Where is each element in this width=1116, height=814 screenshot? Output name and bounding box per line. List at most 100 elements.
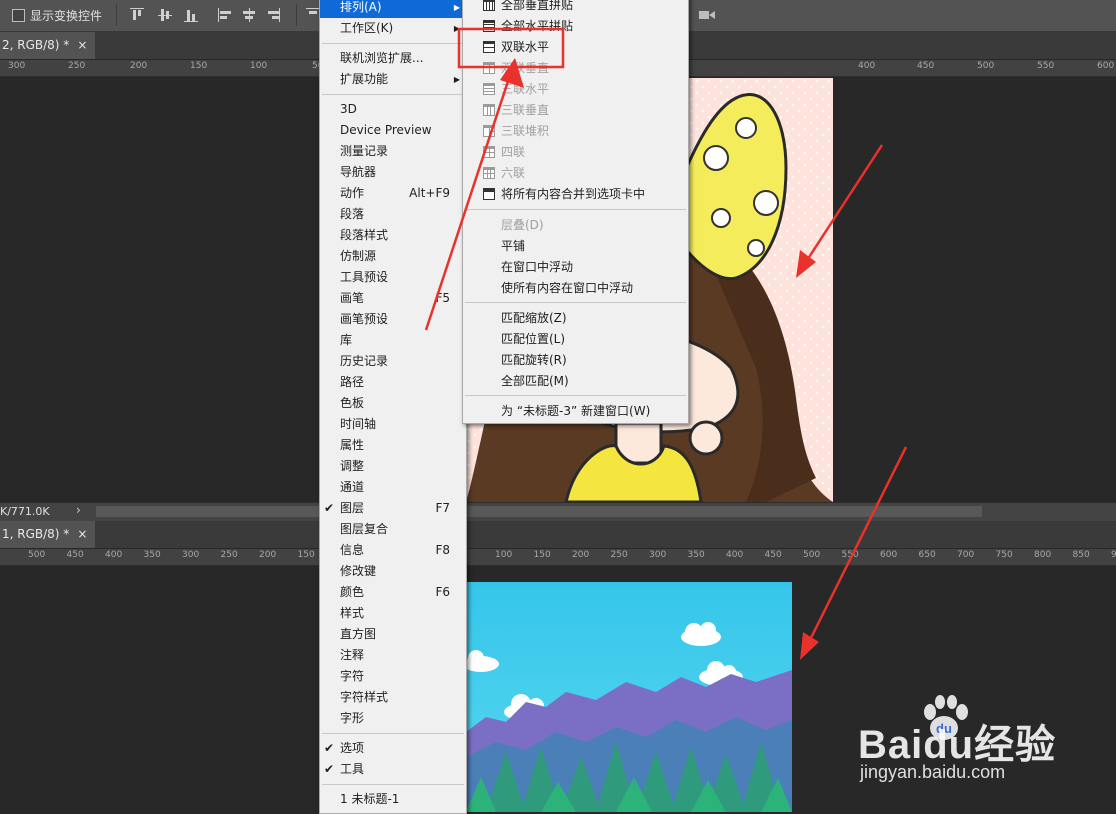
window-menu-item[interactable]: 库 bbox=[320, 330, 466, 351]
window-menu-item[interactable]: 段落样式 bbox=[320, 225, 466, 246]
show-transform-checkbox[interactable] bbox=[12, 9, 25, 22]
menu-item-label: 排列(A) bbox=[340, 0, 382, 14]
window-menu-item[interactable]: 1 未标题-1 bbox=[320, 789, 466, 810]
align-hcenter-icon[interactable] bbox=[242, 8, 256, 22]
menu-item-label: 历史记录 bbox=[340, 354, 389, 368]
ruler-label: 200 bbox=[259, 550, 277, 560]
menu-item-label: 全部匹配(M) bbox=[501, 374, 569, 388]
window-menu-item[interactable]: 信息 F8 bbox=[320, 540, 466, 561]
ruler-label: 600 bbox=[880, 550, 898, 560]
window-menu-item[interactable]: 动作 Alt+F9 bbox=[320, 183, 466, 204]
status-bar: K/771.0K › bbox=[0, 502, 1116, 521]
menu-item-label: 直方图 bbox=[340, 627, 377, 641]
ruler-label: 550 bbox=[1037, 61, 1055, 71]
window-menu-item[interactable]: ✔ 工具 bbox=[320, 759, 466, 780]
window-menu-item[interactable]: 画笔预设 bbox=[320, 309, 466, 330]
window-menu-item[interactable]: 调整 bbox=[320, 456, 466, 477]
menu-item-label: 工作区(K) bbox=[340, 21, 394, 35]
window-menu-item[interactable]: 时间轴 bbox=[320, 414, 466, 435]
window-menu-item[interactable]: 路径 bbox=[320, 372, 466, 393]
close-icon[interactable]: × bbox=[77, 527, 87, 541]
window-menu-item[interactable]: 测量记录 bbox=[320, 141, 466, 162]
window-menu-item[interactable]: 颜色 F6 bbox=[320, 582, 466, 603]
ruler-label: 250 bbox=[220, 550, 238, 560]
menu-item-shortcut: F8 bbox=[435, 543, 450, 557]
tile-vertical-icon bbox=[483, 0, 495, 11]
align-left-icon[interactable] bbox=[218, 8, 232, 22]
align-vcenter-icon[interactable] bbox=[158, 8, 172, 22]
window-menu-item[interactable]: 联机浏览扩展... bbox=[320, 48, 466, 69]
close-icon[interactable]: × bbox=[77, 38, 87, 52]
two-up-horizontal-icon bbox=[483, 41, 495, 53]
arrange-menu-item[interactable]: 匹配缩放(Z) bbox=[463, 308, 688, 329]
window-menu-item[interactable]: 字符 bbox=[320, 666, 466, 687]
arrange-menu-item[interactable]: 全部匹配(M) bbox=[463, 371, 688, 392]
window-menu-item[interactable]: 工作区(K) ▶ bbox=[320, 18, 466, 39]
menu-item-label: 三联垂直 bbox=[501, 103, 550, 117]
three-up-stacked-icon bbox=[483, 125, 495, 137]
ruler-label: 400 bbox=[858, 61, 876, 71]
window-menu-item[interactable]: 字形 bbox=[320, 708, 466, 729]
window-menu-item[interactable]: 画笔 F5 bbox=[320, 288, 466, 309]
ruler-label: 850 bbox=[1072, 550, 1090, 560]
window-menu-item[interactable]: 修改键 bbox=[320, 561, 466, 582]
arrange-menu-item[interactable]: 匹配旋转(R) bbox=[463, 350, 688, 371]
arrange-menu-item[interactable]: 使所有内容在窗口中浮动 bbox=[463, 278, 688, 299]
horizontal-ruler: 5004504003503002502001501005010015020025… bbox=[0, 549, 1116, 566]
menu-item-label: 调整 bbox=[340, 459, 365, 473]
menu-item-label: 色板 bbox=[340, 396, 365, 410]
menu-separator bbox=[465, 395, 686, 396]
window-menu-item[interactable]: 排列(A) ▶ bbox=[320, 0, 466, 18]
menu-item-label: 工具 bbox=[340, 762, 365, 776]
window-menu-item[interactable]: 直方图 bbox=[320, 624, 466, 645]
window-menu-item[interactable]: ✔ 图层 F7 bbox=[320, 498, 466, 519]
status-arrow-icon[interactable]: › bbox=[76, 503, 81, 517]
window-menu-item[interactable]: 通道 bbox=[320, 477, 466, 498]
two-up-vertical-icon bbox=[483, 62, 495, 74]
window-menu-item[interactable]: 色板 bbox=[320, 393, 466, 414]
align-top-icon[interactable] bbox=[130, 8, 144, 22]
arrange-menu-item[interactable]: 匹配位置(L) bbox=[463, 329, 688, 350]
ruler-label: 300 bbox=[182, 550, 200, 560]
arrange-menu-item[interactable]: 将所有内容合并到选项卡中 bbox=[463, 184, 688, 205]
window-menu-item[interactable]: Device Preview bbox=[320, 120, 466, 141]
window-menu-item[interactable]: 工具预设 bbox=[320, 267, 466, 288]
window-menu-item[interactable]: 图层复合 bbox=[320, 519, 466, 540]
distribute-icon[interactable] bbox=[306, 8, 320, 22]
window-menu-item[interactable]: 导航器 bbox=[320, 162, 466, 183]
video-icon[interactable] bbox=[698, 8, 716, 22]
arrange-menu-item[interactable]: 全部垂直拼贴 bbox=[463, 0, 688, 16]
menu-separator bbox=[322, 733, 464, 734]
document-tab-label: 1, RGB/8) * bbox=[2, 527, 70, 541]
document-tab[interactable]: 1, RGB/8) * × bbox=[0, 521, 96, 548]
six-up-icon bbox=[483, 167, 495, 179]
menu-item-label: 平铺 bbox=[501, 239, 526, 253]
arrange-menu-item[interactable]: 平铺 bbox=[463, 236, 688, 257]
align-bottom-icon[interactable] bbox=[184, 8, 198, 22]
window-menu-item[interactable]: 属性 bbox=[320, 435, 466, 456]
document-tab[interactable]: 2, RGB/8) * × bbox=[0, 32, 96, 59]
window-menu-item[interactable]: 3D bbox=[320, 99, 466, 120]
arrange-menu-item[interactable]: 为 “未标题-3” 新建窗口(W) bbox=[463, 401, 688, 422]
arrange-menu-item[interactable]: 在窗口中浮动 bbox=[463, 257, 688, 278]
ruler-label: 300 bbox=[8, 61, 26, 71]
window-menu-item[interactable]: 扩展功能 ▶ bbox=[320, 69, 466, 90]
checkmark-icon: ✔ bbox=[324, 762, 335, 776]
arrange-menu-item[interactable]: 双联水平 bbox=[463, 37, 688, 58]
ruler-label: 200 bbox=[572, 550, 590, 560]
window-menu-item[interactable]: 字符样式 bbox=[320, 687, 466, 708]
menu-item-shortcut: F6 bbox=[435, 585, 450, 599]
annotation-arrow-head bbox=[800, 632, 819, 660]
align-right-icon[interactable] bbox=[266, 8, 280, 22]
ruler-label: 600 bbox=[1097, 61, 1115, 71]
window-menu-item[interactable]: 仿制源 bbox=[320, 246, 466, 267]
window-menu-item[interactable]: 注释 bbox=[320, 645, 466, 666]
window-menu-item[interactable]: 历史记录 bbox=[320, 351, 466, 372]
menu-separator bbox=[322, 43, 464, 44]
arrange-menu-item: 三联水平 bbox=[463, 79, 688, 100]
horizontal-scrollbar[interactable] bbox=[96, 506, 982, 517]
window-menu-item[interactable]: 段落 bbox=[320, 204, 466, 225]
arrange-menu-item[interactable]: 全部水平拼贴 bbox=[463, 16, 688, 37]
window-menu-item[interactable]: ✔ 选项 bbox=[320, 738, 466, 759]
window-menu-item[interactable]: 样式 bbox=[320, 603, 466, 624]
